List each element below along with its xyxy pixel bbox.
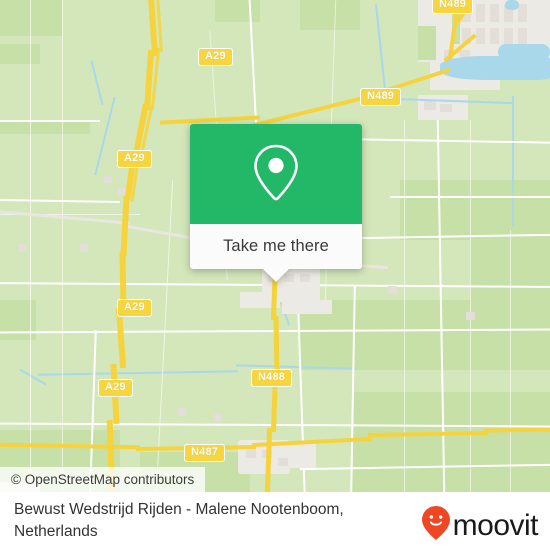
road-shield-label: A29 bbox=[124, 301, 145, 313]
map-green-area bbox=[0, 44, 40, 64]
map-urban-area bbox=[282, 300, 332, 314]
map-building bbox=[518, 4, 527, 22]
road-shield-label: A29 bbox=[105, 381, 126, 393]
map-stream bbox=[512, 96, 514, 226]
map-water-body bbox=[505, 0, 519, 10]
map-trunk-n488 bbox=[273, 315, 280, 377]
road-shield-label: N487 bbox=[191, 446, 219, 458]
road-shield-n489-top: N489 bbox=[432, 0, 474, 14]
map-building bbox=[178, 408, 186, 416]
map-building bbox=[300, 274, 310, 282]
map-water-body bbox=[498, 44, 550, 60]
take-me-there-label: Take me there bbox=[223, 237, 329, 255]
map-building bbox=[246, 450, 256, 458]
map-building bbox=[490, 28, 499, 44]
map-pin-icon bbox=[250, 141, 302, 208]
map-building bbox=[18, 244, 26, 252]
map-green-area bbox=[400, 180, 550, 240]
map-green-area bbox=[0, 0, 62, 36]
map-field-boundary bbox=[62, 0, 63, 492]
moovit-station-map-screenshot: N489 A29 N489 A29 A29 A29 N488 N487 Take… bbox=[0, 0, 550, 550]
map-field-boundary bbox=[470, 120, 471, 492]
moovit-wordmark: moovit bbox=[452, 508, 539, 542]
map-field-boundary bbox=[510, 230, 511, 492]
map-building bbox=[466, 312, 475, 320]
map-canvas[interactable]: N489 A29 N489 A29 A29 A29 N488 N487 Take… bbox=[0, 0, 550, 492]
map-building bbox=[518, 28, 527, 44]
road-shield-n487: N487 bbox=[184, 444, 226, 462]
map-building bbox=[490, 4, 499, 22]
road-shield-label: A29 bbox=[205, 50, 226, 62]
map-building bbox=[504, 28, 513, 44]
map-building bbox=[476, 4, 485, 22]
map-building bbox=[278, 458, 288, 466]
road-shield-a29-mid: A29 bbox=[117, 299, 152, 317]
map-building bbox=[388, 286, 397, 294]
popup-header bbox=[190, 124, 362, 224]
map-road bbox=[390, 196, 550, 198]
moovit-logo[interactable]: moovit bbox=[421, 505, 539, 546]
road-shield-label: N489 bbox=[367, 90, 395, 102]
road-shield-n488: N488 bbox=[251, 369, 293, 387]
map-building bbox=[424, 100, 436, 110]
road-shield-label: N489 bbox=[439, 0, 467, 10]
page-title: Bewust Wedstrijd Rijden - Malene Nootenb… bbox=[14, 501, 344, 540]
road-shield-label: A29 bbox=[124, 152, 145, 164]
map-building bbox=[104, 176, 112, 183]
popup-action-bar[interactable]: Take me there bbox=[190, 224, 362, 269]
location-popup[interactable]: Take me there bbox=[190, 124, 362, 282]
road-shield-a29-top: A29 bbox=[198, 48, 233, 66]
map-building bbox=[80, 244, 88, 252]
attribution-text: © OpenStreetMap contributors bbox=[11, 472, 195, 487]
map-green-area bbox=[300, 300, 550, 370]
map-green-area bbox=[0, 120, 90, 134]
road-shield-a29-lower: A29 bbox=[98, 379, 133, 397]
map-urban-area bbox=[286, 444, 316, 468]
map-building bbox=[214, 414, 222, 422]
map-building bbox=[476, 28, 485, 44]
map-green-area bbox=[300, 0, 360, 30]
road-shield-label: N488 bbox=[258, 371, 286, 383]
popup-tail bbox=[263, 269, 289, 282]
moovit-smiley-pin-icon bbox=[421, 505, 451, 546]
road-shield-n489: N489 bbox=[360, 88, 402, 106]
map-green-area bbox=[215, 0, 260, 22]
map-field-boundary bbox=[30, 0, 31, 492]
road-shield-a29-upper: A29 bbox=[117, 150, 152, 168]
map-green-area bbox=[352, 392, 550, 492]
map-road bbox=[0, 120, 100, 122]
map-building bbox=[440, 104, 452, 112]
map-green-area bbox=[418, 26, 436, 60]
map-attribution[interactable]: © OpenStreetMap contributors bbox=[0, 467, 206, 492]
